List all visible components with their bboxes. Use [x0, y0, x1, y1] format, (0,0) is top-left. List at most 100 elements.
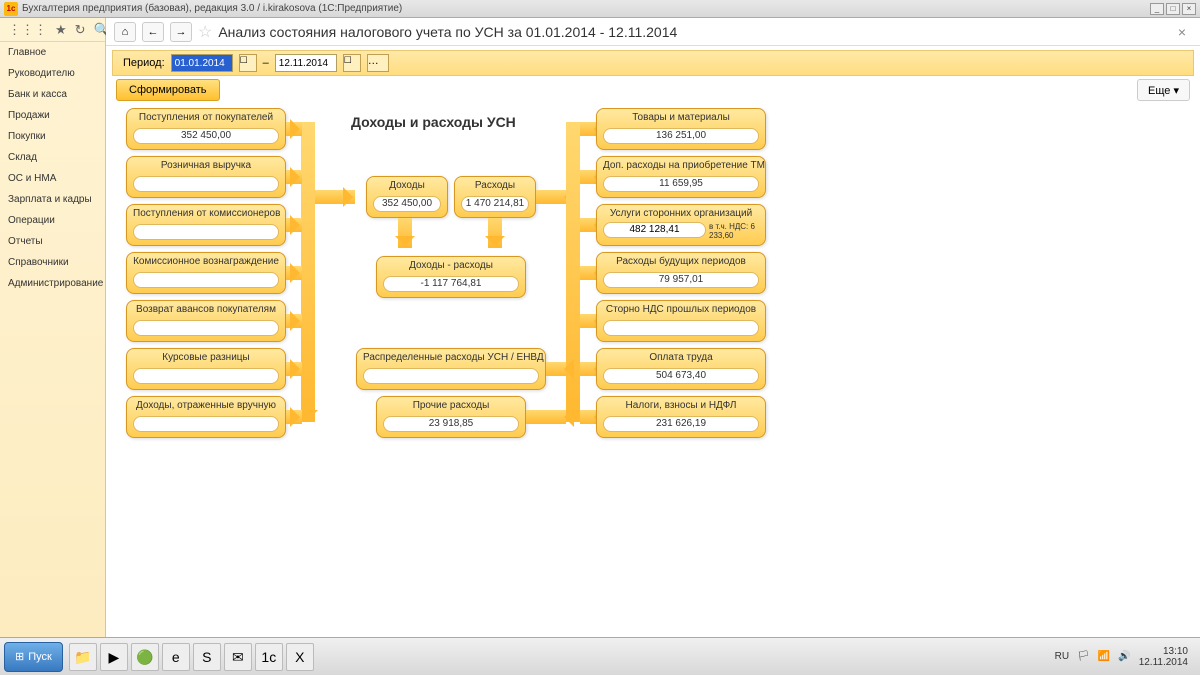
diagram-title: Доходы и расходы УСН	[351, 114, 516, 130]
sidebar-item[interactable]: Отчеты	[0, 231, 105, 252]
block-income[interactable]: Доходы 352 450,00	[366, 176, 448, 218]
connector	[286, 122, 302, 136]
sidebar-item[interactable]: Администрирование	[0, 273, 105, 294]
connector	[286, 170, 302, 184]
tray-clock[interactable]: 13:10 12.11.2014	[1139, 646, 1188, 668]
connector	[398, 218, 412, 248]
diagram-canvas: Доходы и расходы УСН Поступления от поку…	[116, 108, 1190, 633]
favorite-star-icon[interactable]: ☆	[198, 22, 212, 42]
block-commission[interactable]: Комиссионное вознаграждение	[126, 252, 286, 294]
block-advance-refund[interactable]: Возврат авансов покупателям	[126, 300, 286, 342]
favorites-icon[interactable]: ★	[55, 22, 67, 38]
sidebar: ⋮⋮⋮ ★ ↻ 🔍 Главное Руководителю Банк и ка…	[0, 18, 106, 637]
task-icon[interactable]: 🟢	[131, 643, 159, 671]
block-expense[interactable]: Расходы 1 470 214,81	[454, 176, 536, 218]
tray-flag-icon[interactable]: 🏳	[1077, 651, 1090, 662]
system-tray: RU 🏳 📶 🔊 13:10 12.11.2014	[1055, 646, 1196, 668]
connector	[526, 410, 566, 424]
sidebar-item[interactable]: Главное	[0, 42, 105, 63]
sidebar-item[interactable]: Операции	[0, 210, 105, 231]
connector	[546, 362, 566, 376]
action-bar: Сформировать Еще ▾	[106, 76, 1200, 104]
task-icon[interactable]: 📁	[69, 643, 97, 671]
block-distributed-expense[interactable]: Распределенные расходы УСН / ЕНВД	[356, 348, 546, 390]
block-income-expense-diff[interactable]: Доходы - расходы -1 117 764,81	[376, 256, 526, 298]
connector	[580, 266, 596, 280]
task-icon[interactable]: ✉	[224, 643, 252, 671]
task-icon[interactable]: e	[162, 643, 190, 671]
block-manual-income[interactable]: Доходы, отраженные вручную	[126, 396, 286, 438]
period-from-input[interactable]	[171, 54, 233, 72]
block-exchange-diff[interactable]: Курсовые разницы	[126, 348, 286, 390]
sidebar-item[interactable]: Банк и касса	[0, 84, 105, 105]
tab-header: ⌂ ← → ☆ Анализ состояния налогового учет…	[106, 18, 1200, 46]
task-icon[interactable]: X	[286, 643, 314, 671]
connector	[286, 314, 302, 328]
windows-icon: ⊞	[15, 650, 24, 663]
block-goods[interactable]: Товары и материалы 136 251,00	[596, 108, 766, 150]
block-income-customers[interactable]: Поступления от покупателей 352 450,00	[126, 108, 286, 150]
tray-sound-icon[interactable]: 🔊	[1118, 651, 1130, 662]
connector	[286, 266, 302, 280]
calendar-from-button[interactable]: ☐	[239, 54, 257, 72]
connector	[286, 410, 302, 424]
period-toolbar: Период: ☐ – ☐ …	[112, 50, 1194, 76]
maximize-button[interactable]: □	[1166, 3, 1180, 15]
start-button[interactable]: ⊞ Пуск	[4, 642, 63, 672]
period-to-input[interactable]	[275, 54, 337, 72]
sidebar-item[interactable]: Руководителю	[0, 63, 105, 84]
block-deferred[interactable]: Расходы будущих периодов 79 957,01	[596, 252, 766, 294]
sidebar-item[interactable]: Продажи	[0, 105, 105, 126]
period-label: Период:	[123, 57, 165, 69]
task-icon[interactable]: S	[193, 643, 221, 671]
window-titlebar: 1c Бухгалтерия предприятия (базовая), ре…	[0, 0, 1200, 18]
window-controls: _ □ ×	[1150, 3, 1196, 15]
block-retail[interactable]: Розничная выручка	[126, 156, 286, 198]
sidebar-toolbar: ⋮⋮⋮ ★ ↻ 🔍	[0, 18, 105, 42]
block-storno-vat[interactable]: Сторно НДС прошлых периодов	[596, 300, 766, 342]
window-title: Бухгалтерия предприятия (базовая), редак…	[22, 3, 402, 14]
task-icon[interactable]: ▶	[100, 643, 128, 671]
history-icon[interactable]: ↻	[75, 22, 86, 38]
period-select-button[interactable]: …	[367, 54, 389, 72]
connector	[580, 218, 596, 232]
sidebar-item[interactable]: Зарплата и кадры	[0, 189, 105, 210]
connector	[580, 362, 596, 376]
generate-button[interactable]: Сформировать	[116, 79, 220, 101]
tray-network-icon[interactable]: 📶	[1098, 651, 1110, 662]
block-add-expenses[interactable]: Доп. расходы на приобретение ТМЦ 11 659,…	[596, 156, 766, 198]
connector	[580, 410, 596, 424]
sidebar-item[interactable]: Покупки	[0, 126, 105, 147]
page-title: Анализ состояния налогового учета по УСН…	[218, 24, 677, 40]
sidebar-item[interactable]: ОС и НМА	[0, 168, 105, 189]
block-other-expense[interactable]: Прочие расходы 23 918,85	[376, 396, 526, 438]
sidebar-item[interactable]: Склад	[0, 147, 105, 168]
block-taxes[interactable]: Налоги, взносы и НДФЛ 231 626,19	[596, 396, 766, 438]
close-button[interactable]: ×	[1182, 3, 1196, 15]
connector	[580, 170, 596, 184]
block-commissioners[interactable]: Поступления от комиссионеров	[126, 204, 286, 246]
calendar-to-button[interactable]: ☐	[343, 54, 361, 72]
tab-close-button[interactable]: ×	[1172, 24, 1192, 40]
minimize-button[interactable]: _	[1150, 3, 1164, 15]
forward-button[interactable]: →	[170, 22, 192, 42]
connector	[488, 218, 502, 248]
connector	[286, 362, 302, 376]
task-icon[interactable]: 1c	[255, 643, 283, 671]
block-payroll[interactable]: Оплата труда 504 673,40	[596, 348, 766, 390]
connector	[315, 190, 355, 204]
taskbar-pinned: 📁 ▶ 🟢 e S ✉ 1c X	[69, 643, 314, 671]
connector	[580, 314, 596, 328]
sidebar-item[interactable]: Справочники	[0, 252, 105, 273]
home-button[interactable]: ⌂	[114, 22, 136, 42]
connector	[536, 190, 566, 204]
connector	[580, 122, 596, 136]
back-button[interactable]: ←	[142, 22, 164, 42]
tray-lang[interactable]: RU	[1055, 651, 1069, 662]
app-logo-icon: 1c	[4, 2, 18, 16]
menu-grid-icon[interactable]: ⋮⋮⋮	[8, 22, 47, 38]
connector	[286, 218, 302, 232]
block-services[interactable]: Услуги сторонних организаций 482 128,41 …	[596, 204, 766, 246]
more-button[interactable]: Еще ▾	[1137, 79, 1190, 101]
taskbar: ⊞ Пуск 📁 ▶ 🟢 e S ✉ 1c X RU 🏳 📶 🔊 13:10 1…	[0, 637, 1200, 675]
